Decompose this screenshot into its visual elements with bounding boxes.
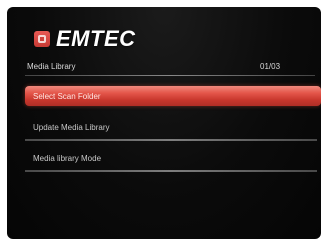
tv-frame: EMTEC Media Library 01/03 Select Scan Fo… — [0, 0, 327, 246]
header-divider — [25, 75, 315, 76]
menu-item-update-media-library[interactable]: Update Media Library — [25, 117, 321, 141]
page-counter: 01/03 — [260, 62, 281, 71]
screen: EMTEC Media Library 01/03 Select Scan Fo… — [7, 7, 321, 239]
menu-item-media-library-mode[interactable]: Media library Mode — [25, 148, 321, 172]
menu-list: Select Scan Folder Update Media Library … — [25, 86, 321, 179]
menu-item-select-scan-folder[interactable]: Select Scan Folder — [25, 86, 321, 106]
page-title: Media Library — [27, 62, 76, 71]
brand-logo: EMTEC — [34, 24, 136, 54]
brand-mark-icon — [34, 31, 50, 47]
menu-divider — [25, 139, 317, 141]
menu-item-label: Update Media Library — [33, 122, 110, 132]
menu-item-label: Select Scan Folder — [33, 91, 101, 101]
brand-logo-text: EMTEC — [56, 26, 136, 51]
menu-divider — [25, 170, 317, 172]
menu-item-label: Media library Mode — [33, 153, 102, 163]
